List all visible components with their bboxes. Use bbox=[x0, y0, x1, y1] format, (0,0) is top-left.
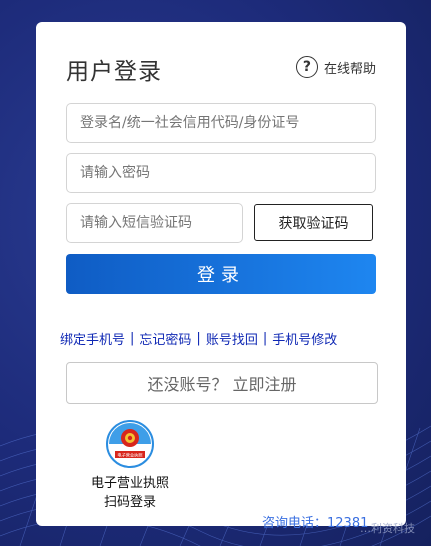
sms-code-input[interactable] bbox=[66, 203, 243, 243]
register-button[interactable]: 还没账号？ 立即注册 bbox=[66, 362, 378, 404]
contact-phone: 咨询电话：12381 bbox=[262, 516, 369, 531]
forgot-password-link[interactable]: 忘记密码 bbox=[139, 329, 191, 348]
login-button[interactable]: 登录 bbox=[66, 254, 376, 294]
watermark: …利资科技 bbox=[360, 522, 415, 535]
get-code-button[interactable]: 获取验证码 bbox=[254, 204, 373, 241]
license-scan-login[interactable]: 电子营业执照 扫码登录 bbox=[76, 474, 184, 512]
license-line1: 电子营业执照 bbox=[90, 476, 169, 491]
license-line2: 扫码登录 bbox=[103, 495, 156, 510]
bind-phone-link[interactable]: 绑定手机号 bbox=[60, 329, 125, 348]
username-input[interactable] bbox=[66, 103, 376, 143]
password-input[interactable] bbox=[66, 153, 376, 193]
account-links: 绑定手机号 | 忘记密码 | 账号找回 | 手机号修改 bbox=[60, 329, 390, 348]
change-phone-link[interactable]: 手机号修改 bbox=[272, 329, 337, 348]
account-recovery-link[interactable]: 账号找回 bbox=[206, 329, 258, 348]
page-title: 用户登录 bbox=[66, 59, 162, 85]
business-license-emblem-icon[interactable]: 电子营业执照 bbox=[106, 420, 154, 468]
link-separator: | bbox=[130, 331, 135, 346]
online-help-label: 在线帮助 bbox=[323, 61, 376, 77]
question-circle-icon: ? bbox=[295, 56, 318, 78]
emblem-text: 电子营业执照 bbox=[117, 452, 142, 459]
login-card: 用户登录 ? 在线帮助 获取验证码 登录 绑定手机号 | 忘记密码 | 账号找回… bbox=[36, 22, 406, 526]
online-help-link[interactable]: ? 在线帮助 bbox=[295, 56, 376, 78]
link-separator: | bbox=[262, 331, 268, 346]
link-separator: | bbox=[196, 331, 201, 346]
